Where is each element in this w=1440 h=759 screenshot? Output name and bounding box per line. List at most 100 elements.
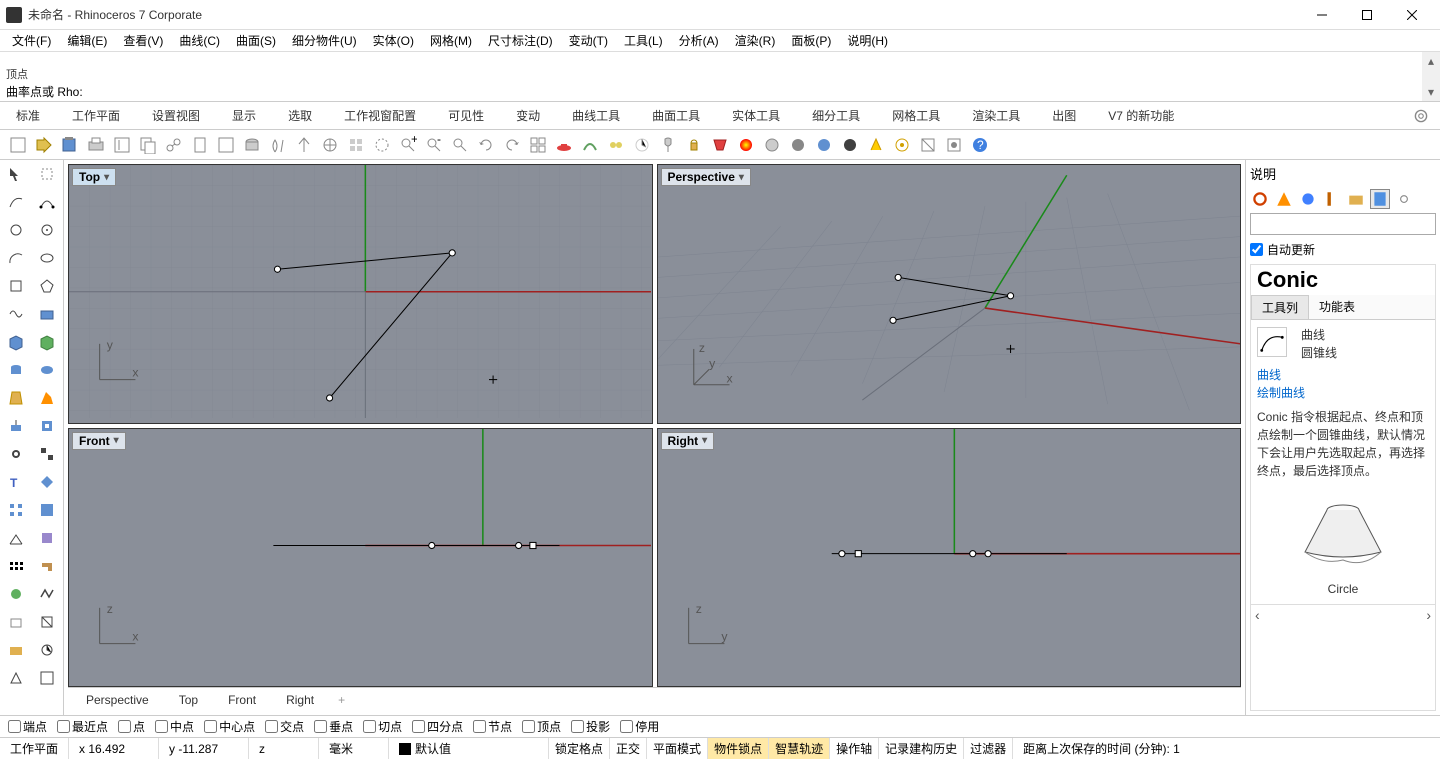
viewport-top[interactable]: Top ▾ y x <box>68 164 653 424</box>
osnap-checkbox[interactable] <box>265 720 278 733</box>
osnap-item[interactable]: 最近点 <box>57 718 108 735</box>
viewport-tab[interactable]: Perspective <box>72 691 163 709</box>
dropdown-icon[interactable]: ▾ <box>702 435 707 446</box>
osnap-item[interactable]: 垂点 <box>314 718 353 735</box>
auto-update-check-input[interactable] <box>1250 243 1263 256</box>
osnap-checkbox[interactable] <box>522 720 535 733</box>
osnap-item[interactable]: 交点 <box>265 718 304 735</box>
toolbar-button[interactable] <box>812 133 836 157</box>
side-tool-button[interactable] <box>33 190 61 214</box>
toolbar-tab[interactable]: V7 的新功能 <box>1092 103 1190 128</box>
toolbar-button[interactable] <box>500 133 524 157</box>
toolbar-tab[interactable]: 可见性 <box>432 103 500 128</box>
command-scrollbar[interactable]: ▴ ▾ <box>1422 52 1440 101</box>
side-tool-button[interactable] <box>2 582 30 606</box>
help-link-curve[interactable]: 曲线 <box>1257 366 1429 384</box>
toolbar-button[interactable] <box>136 133 160 157</box>
toolbar-button[interactable] <box>708 133 732 157</box>
toolbar-button[interactable]: ? <box>968 133 992 157</box>
side-tool-button[interactable] <box>2 358 30 382</box>
dropdown-icon[interactable]: ▾ <box>104 172 109 183</box>
menu-item[interactable]: 变动(T) <box>563 30 614 51</box>
osnap-item[interactable]: 中点 <box>155 718 194 735</box>
side-tool-button[interactable] <box>2 638 30 662</box>
menu-item[interactable]: 网格(M) <box>424 30 478 51</box>
status-toggle[interactable]: 过滤器 <box>964 738 1013 759</box>
toolbar-tab[interactable]: 渲染工具 <box>956 103 1036 128</box>
status-toggle[interactable]: 锁定格点 <box>549 738 610 759</box>
osnap-checkbox[interactable] <box>8 720 21 733</box>
osnap-checkbox[interactable] <box>363 720 376 733</box>
toolbar-button[interactable] <box>552 133 576 157</box>
viewport-front[interactable]: Front ▾ z x <box>68 428 653 688</box>
status-cplane[interactable]: 工作平面 <box>0 738 69 759</box>
command-input[interactable] <box>85 85 1434 99</box>
toolbar-button[interactable] <box>786 133 810 157</box>
toolbar-button[interactable] <box>32 133 56 157</box>
osnap-checkbox[interactable] <box>412 720 425 733</box>
toolbar-button[interactable] <box>370 133 394 157</box>
side-tool-button[interactable] <box>2 386 30 410</box>
viewport-tab[interactable]: Front <box>214 691 270 709</box>
viewport-top-label[interactable]: Top ▾ <box>72 168 116 186</box>
toolbar-button[interactable] <box>214 133 238 157</box>
viewport-right-label[interactable]: Right ▾ <box>661 432 715 450</box>
toolbar-button[interactable] <box>162 133 186 157</box>
side-tool-button[interactable] <box>33 162 61 186</box>
osnap-item[interactable]: 端点 <box>8 718 47 735</box>
viewport-tab[interactable]: Right <box>272 691 328 709</box>
panel-tab-more-icon[interactable] <box>1394 189 1414 209</box>
toolbar-button[interactable] <box>526 133 550 157</box>
toolbar-button[interactable] <box>292 133 316 157</box>
status-units[interactable]: 毫米 <box>319 738 389 759</box>
osnap-item[interactable]: 中心点 <box>204 718 255 735</box>
menu-item[interactable]: 细分物件(U) <box>286 30 363 51</box>
toolbar-tab[interactable]: 网格工具 <box>876 103 956 128</box>
toolbar-button[interactable] <box>240 133 264 157</box>
side-tool-button[interactable] <box>2 498 30 522</box>
toolbar-button[interactable] <box>682 133 706 157</box>
side-tool-button[interactable]: T <box>2 470 30 494</box>
side-tool-button[interactable] <box>33 274 61 298</box>
toolbar-button[interactable]: + <box>396 133 420 157</box>
maximize-button[interactable] <box>1344 1 1389 29</box>
side-tool-button[interactable] <box>33 666 61 690</box>
side-tool-button[interactable] <box>2 246 30 270</box>
menu-item[interactable]: 文件(F) <box>6 30 57 51</box>
toolbar-button[interactable] <box>916 133 940 157</box>
side-tool-button[interactable] <box>33 498 61 522</box>
side-tool-button[interactable] <box>33 638 61 662</box>
side-tool-button[interactable] <box>2 442 30 466</box>
side-tool-button[interactable] <box>2 274 30 298</box>
status-toggle[interactable]: 记录建构历史 <box>879 738 964 759</box>
side-tool-button[interactable] <box>33 582 61 606</box>
osnap-checkbox[interactable] <box>155 720 168 733</box>
panel-tab-folder-icon[interactable] <box>1346 189 1366 209</box>
viewport-front-label[interactable]: Front ▾ <box>72 432 126 450</box>
toolbar-button[interactable] <box>760 133 784 157</box>
minimize-button[interactable] <box>1299 1 1344 29</box>
toolbar-tab[interactable]: 实体工具 <box>716 103 796 128</box>
side-tool-button[interactable] <box>33 442 61 466</box>
osnap-item[interactable]: 切点 <box>363 718 402 735</box>
toolbar-button[interactable] <box>864 133 888 157</box>
dropdown-icon[interactable]: ▾ <box>114 435 119 446</box>
menu-item[interactable]: 分析(A) <box>673 30 725 51</box>
help-link-draw-curve[interactable]: 绘制曲线 <box>1257 384 1429 402</box>
toolbar-button[interactable] <box>266 133 290 157</box>
toolbar-tab[interactable]: 工作视窗配置 <box>328 103 432 128</box>
menu-item[interactable]: 曲面(S) <box>230 30 282 51</box>
help-search-input[interactable] <box>1250 213 1436 235</box>
toolbar-button[interactable] <box>84 133 108 157</box>
side-tool-button[interactable] <box>33 610 61 634</box>
viewport-perspective-label[interactable]: Perspective ▾ <box>661 168 751 186</box>
status-toggle[interactable]: 物件锁点 <box>708 738 769 759</box>
status-toggle[interactable]: 正交 <box>610 738 647 759</box>
toolbar-tab[interactable]: 工作平面 <box>56 103 136 128</box>
side-tool-button[interactable] <box>33 386 61 410</box>
side-tool-button[interactable] <box>33 554 61 578</box>
osnap-checkbox[interactable] <box>571 720 584 733</box>
menu-item[interactable]: 面板(P) <box>785 30 837 51</box>
side-tool-button[interactable] <box>2 330 30 354</box>
side-tool-button[interactable] <box>2 526 30 550</box>
